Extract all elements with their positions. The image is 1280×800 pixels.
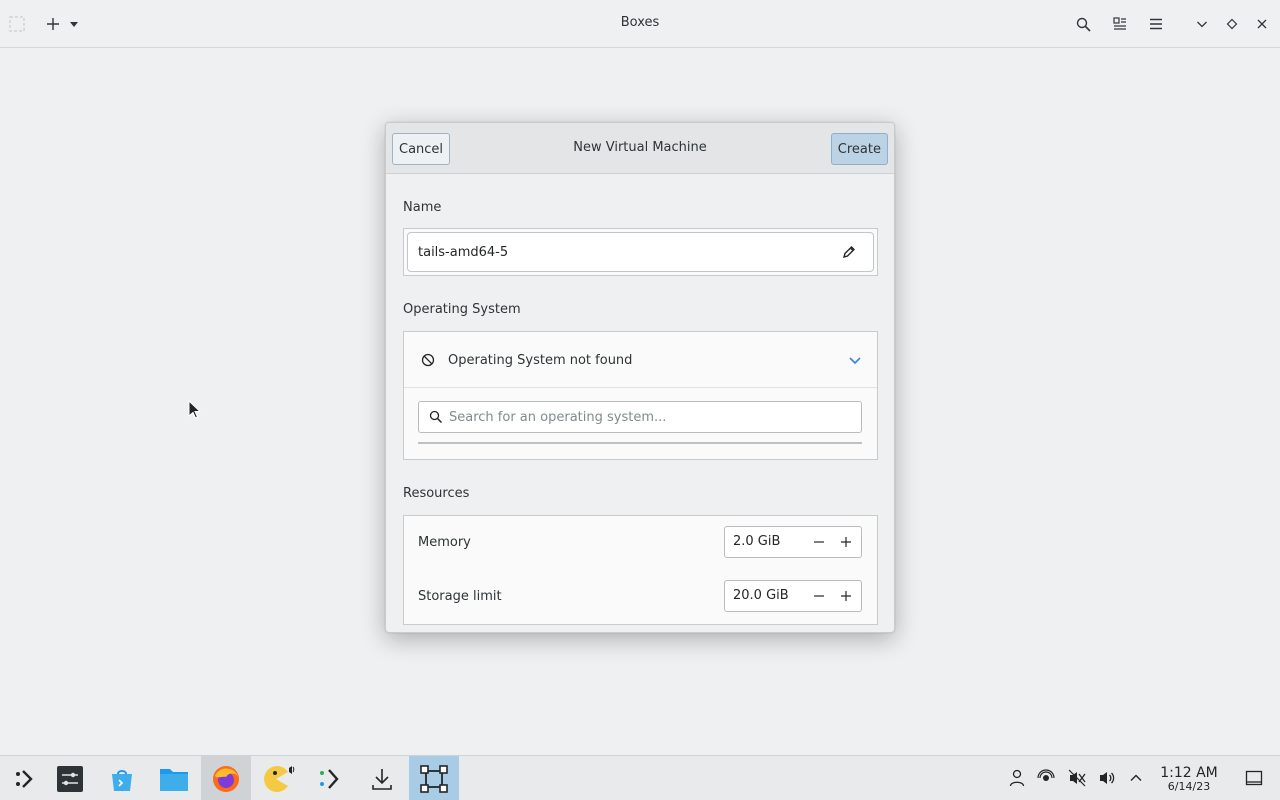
memory-increase-icon[interactable] bbox=[838, 534, 854, 550]
create-button[interactable]: Create bbox=[830, 133, 888, 165]
name-section-label: Name bbox=[403, 200, 442, 215]
memory-spinbox[interactable]: 2.0 GiB bbox=[724, 526, 862, 558]
os-status-row[interactable]: Operating System not found bbox=[404, 332, 877, 388]
discover-store-icon[interactable] bbox=[97, 756, 147, 800]
system-settings-icon[interactable] bbox=[45, 756, 95, 800]
volume-icon[interactable] bbox=[1098, 769, 1116, 787]
storage-label: Storage limit bbox=[418, 589, 502, 604]
kdeconnect-icon[interactable] bbox=[305, 756, 355, 800]
maximize-icon[interactable] bbox=[1219, 12, 1245, 36]
memory-label: Memory bbox=[418, 535, 471, 550]
os-search-box bbox=[418, 401, 862, 433]
boxes-icon[interactable] bbox=[409, 756, 459, 800]
memory-decrease-icon[interactable] bbox=[811, 534, 827, 550]
dialog-header: Cancel New Virtual Machine Create bbox=[386, 123, 894, 174]
show-desktop-icon[interactable] bbox=[1245, 769, 1263, 787]
taskbar: 1:12 AM 6/14/23 bbox=[0, 755, 1280, 800]
resources-section-label: Resources bbox=[403, 486, 470, 501]
name-field-group: tails-amd64-5 bbox=[403, 228, 878, 276]
storage-value: 20.0 GiB bbox=[733, 588, 789, 603]
mouse-cursor-icon bbox=[188, 399, 202, 420]
storage-increase-icon[interactable] bbox=[838, 588, 854, 604]
application-launcher-icon[interactable] bbox=[0, 756, 50, 800]
storage-spinbox[interactable]: 20.0 GiB bbox=[724, 580, 862, 612]
os-search-input[interactable] bbox=[449, 402, 854, 432]
dialog-title: New Virtual Machine bbox=[573, 140, 707, 155]
audio-muted-icon[interactable] bbox=[1068, 769, 1086, 787]
resources-group: Memory 2.0 GiB Storage limit 20.0 GiB bbox=[403, 515, 878, 625]
add-dropdown-chevron-icon[interactable] bbox=[62, 12, 86, 36]
search-icon bbox=[429, 410, 443, 424]
edit-pencil-icon[interactable] bbox=[841, 244, 857, 260]
app-icon bbox=[6, 13, 28, 35]
os-status-text: Operating System not found bbox=[448, 353, 633, 368]
name-field[interactable]: tails-amd64-5 bbox=[407, 232, 874, 272]
clock-time[interactable]: 1:12 AM bbox=[1158, 765, 1220, 781]
downloads-icon[interactable] bbox=[357, 756, 407, 800]
clock-date[interactable]: 6/14/23 bbox=[1158, 780, 1220, 793]
name-value: tails-amd64-5 bbox=[418, 245, 509, 260]
window-headerbar: Boxes bbox=[0, 0, 1280, 48]
pacman-game-icon[interactable] bbox=[253, 756, 303, 800]
user-icon[interactable] bbox=[1008, 769, 1026, 787]
memory-value: 2.0 GiB bbox=[733, 534, 781, 549]
chevron-down-icon[interactable] bbox=[847, 352, 863, 368]
close-icon[interactable] bbox=[1249, 12, 1275, 36]
hamburger-menu-icon[interactable] bbox=[1143, 12, 1169, 36]
view-mode-icon[interactable] bbox=[1107, 12, 1133, 36]
os-section-label: Operating System bbox=[403, 302, 521, 317]
network-icon[interactable] bbox=[1037, 769, 1055, 787]
search-icon[interactable] bbox=[1070, 12, 1096, 36]
os-search-divider bbox=[418, 442, 862, 444]
files-icon[interactable] bbox=[149, 756, 199, 800]
tray-expand-chevron-icon[interactable] bbox=[1127, 769, 1145, 787]
firefox-icon[interactable] bbox=[201, 756, 251, 800]
new-vm-dialog: Cancel New Virtual Machine Create Name t… bbox=[385, 122, 895, 633]
os-selector: Operating System not found bbox=[403, 331, 878, 460]
minimize-icon[interactable] bbox=[1189, 12, 1215, 36]
not-found-icon bbox=[421, 353, 435, 367]
storage-decrease-icon[interactable] bbox=[811, 588, 827, 604]
